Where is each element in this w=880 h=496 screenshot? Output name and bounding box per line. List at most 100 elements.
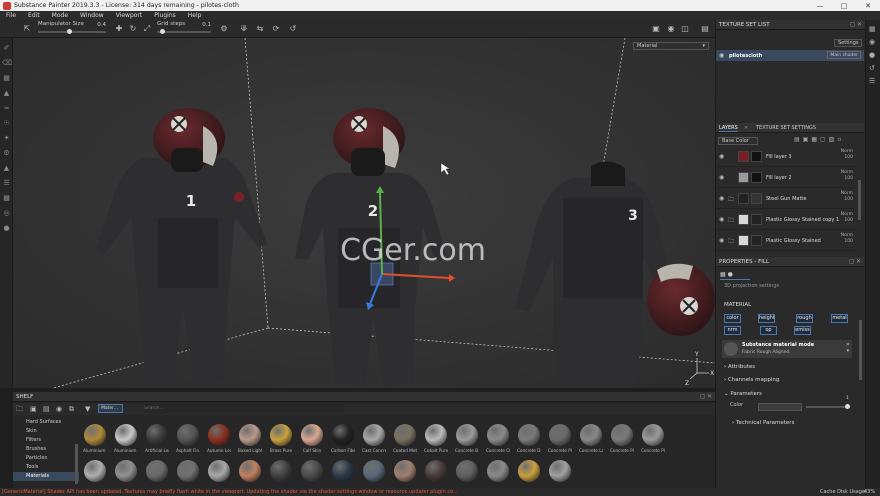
layer-thumbnail[interactable] xyxy=(738,235,749,246)
folder-icon[interactable]: 🗀 xyxy=(16,405,23,416)
layer-opacity[interactable]: 100 xyxy=(844,218,853,223)
layer-mask-thumbnail[interactable] xyxy=(751,193,762,204)
close-icon[interactable]: ✕ xyxy=(744,125,748,131)
eye-icon[interactable]: ◉ xyxy=(719,237,724,244)
material-thumbnail[interactable] xyxy=(455,460,479,482)
layer-blend-mode[interactable]: Norm xyxy=(841,149,853,154)
symmetry-icon[interactable]: ⚙ xyxy=(219,24,229,34)
filter-icon[interactable]: ▼ xyxy=(85,405,90,413)
viewport-display-dropdown[interactable]: Material ▾ xyxy=(633,42,709,50)
menu-edit[interactable]: Edit xyxy=(22,12,46,19)
mirror-icon[interactable]: ⇆ xyxy=(255,24,265,34)
clone-icon[interactable]: ☉ xyxy=(2,119,11,128)
channel-emiss-button[interactable]: emiss xyxy=(794,326,811,335)
tab-layers[interactable]: LAYERS xyxy=(719,125,738,132)
layer-mask-thumbnail[interactable] xyxy=(751,235,762,246)
projection-icon[interactable]: ▦ xyxy=(2,74,11,83)
material-thumbnail[interactable]: Asphalt Fin... xyxy=(176,424,200,453)
color-slider-knob[interactable] xyxy=(845,404,850,409)
log-panel-icon[interactable]: ☰ xyxy=(869,77,877,85)
layer-row[interactable]: ◉ 🗀 Plastic Glossy Stained copy 1 Norm 100 xyxy=(716,210,856,230)
material-thumbnail[interactable]: Concrete Cl... xyxy=(486,424,510,453)
visibility-icon[interactable]: ◉ xyxy=(56,405,62,413)
folder-icon[interactable]: 🗀 xyxy=(728,237,734,247)
shelf-filter-tag[interactable]: Mater... xyxy=(98,404,123,413)
layer-thumbnail[interactable] xyxy=(738,193,749,204)
eye-icon[interactable]: ◉ xyxy=(719,174,724,181)
scale-icon[interactable]: ⤢ xyxy=(142,24,152,34)
settings-icon[interactable]: ⚙ xyxy=(2,149,11,158)
category-tools[interactable]: Tools xyxy=(13,463,79,472)
align-icon[interactable]: ⟱ xyxy=(239,24,249,34)
close-icon[interactable]: ✕ xyxy=(856,2,880,10)
history-panel-icon[interactable]: ↺ xyxy=(869,64,877,72)
channel-rough-button[interactable]: rough xyxy=(796,314,813,323)
layer-thumbnail[interactable] xyxy=(738,151,749,162)
screenshot-icon[interactable]: ◫ xyxy=(680,24,690,34)
maximize-icon[interactable]: □ xyxy=(832,2,856,10)
folder-icon[interactable]: 🗀 xyxy=(728,195,734,205)
texture-set-panel-icon[interactable]: ▦ xyxy=(869,25,877,33)
layer-blend-mode[interactable]: Norm xyxy=(841,170,853,175)
new-item-icon[interactable]: ▣ xyxy=(30,405,37,413)
snap-icon[interactable]: ⟳ xyxy=(271,24,281,34)
bake-icon[interactable]: ▲ xyxy=(2,164,11,173)
category-skin[interactable]: Skin xyxy=(13,427,79,436)
minimize-icon[interactable]: — xyxy=(808,2,832,10)
attributes-section[interactable]: › Attributes xyxy=(724,364,755,370)
material-thumbnail[interactable]: Concrete B... xyxy=(455,424,479,453)
texture-set-row[interactable]: ◉ pilotescloth Main shader xyxy=(716,50,864,61)
layer-mask-thumbnail[interactable] xyxy=(751,214,762,225)
shelf-popout-icon[interactable]: ◻ ✕ xyxy=(700,393,712,400)
menu-window[interactable]: Window xyxy=(74,12,110,19)
delete-layer-icon[interactable]: ▫ xyxy=(837,136,844,143)
render-icon[interactable]: ◉ xyxy=(666,24,676,34)
material-thumbnail[interactable] xyxy=(145,460,169,482)
manipulator-size-knob[interactable] xyxy=(66,29,72,34)
layer-blend-mode[interactable]: Norm xyxy=(841,191,853,196)
add-fill-icon[interactable]: ▦ xyxy=(811,136,820,143)
layer-opacity[interactable]: 100 xyxy=(844,155,853,160)
texture-set-settings-dropdown[interactable]: Settings xyxy=(834,39,862,47)
material-thumbnail[interactable] xyxy=(114,460,138,482)
properties-popout-icon[interactable]: ◻ ✕ xyxy=(849,258,861,265)
material-thumbnail[interactable]: Coated Metal xyxy=(393,424,417,453)
material-thumbnail[interactable] xyxy=(300,460,324,482)
layer-blend-mode[interactable]: Norm xyxy=(841,212,853,217)
layer-blend-mode[interactable]: Norm xyxy=(841,233,853,238)
layer-row[interactable]: ◉ 🗀 Plastic Glossy Stained Norm 100 xyxy=(716,231,856,251)
grid-steps-slider[interactable]: Grid steps 0.1 xyxy=(157,21,211,35)
material-thumbnail[interactable]: Concrete D... xyxy=(517,424,541,453)
manipulator-size-slider[interactable]: Manipulator Size 0.4 xyxy=(38,21,106,35)
eraser-icon[interactable]: ⌫ xyxy=(2,59,12,68)
camera-icon[interactable]: ▤ xyxy=(700,24,710,34)
3d-viewport[interactable]: 1 2 3 CGer.com Y X Z Material ▾ xyxy=(13,38,715,388)
material-thumbnail[interactable]: Concrete La... xyxy=(579,424,603,453)
shader-dropdown[interactable]: Main shader xyxy=(827,51,861,59)
material-thumbnail[interactable] xyxy=(517,460,541,482)
projection-settings-partial[interactable]: 3D projection settings xyxy=(724,283,779,289)
tab-texture-set-settings[interactable]: TEXTURE SET SETTINGS xyxy=(756,125,816,131)
paint-brush-icon[interactable]: ✐ xyxy=(2,44,11,53)
layer-thumbnail[interactable] xyxy=(738,172,749,183)
color-slider-track[interactable] xyxy=(806,406,848,408)
material-thumbnail[interactable]: Cast Concre... xyxy=(362,424,386,453)
material-tab-icon[interactable]: ● xyxy=(728,271,733,278)
channel-color-button[interactable]: color xyxy=(724,314,741,323)
layer-mask-thumbnail[interactable] xyxy=(751,151,762,162)
eye-icon[interactable]: ◉ xyxy=(719,195,724,202)
material-thumbnail[interactable]: Aluminium ... xyxy=(83,424,107,453)
transform-tool-icon[interactable]: ⇱ xyxy=(22,24,32,34)
channel-metal-button[interactable]: metal xyxy=(831,314,848,323)
grid-steps-track[interactable] xyxy=(157,31,211,33)
camera-view-icon[interactable]: ▣ xyxy=(651,24,661,34)
channel-height-button[interactable]: height xyxy=(758,314,775,323)
layer-mask-thumbnail[interactable] xyxy=(751,172,762,183)
material-thumbnail[interactable]: Cobalt Pure xyxy=(424,424,448,453)
technical-parameters-section[interactable]: › Technical Parameters xyxy=(732,420,794,426)
category-hard-surfaces[interactable]: Hard Surfaces xyxy=(13,418,79,427)
category-particles[interactable]: Particles xyxy=(13,454,79,463)
texture-set-icon[interactable]: ▩ xyxy=(2,194,11,203)
manipulator-size-track[interactable] xyxy=(38,31,106,33)
layer-opacity[interactable]: 100 xyxy=(844,176,853,181)
